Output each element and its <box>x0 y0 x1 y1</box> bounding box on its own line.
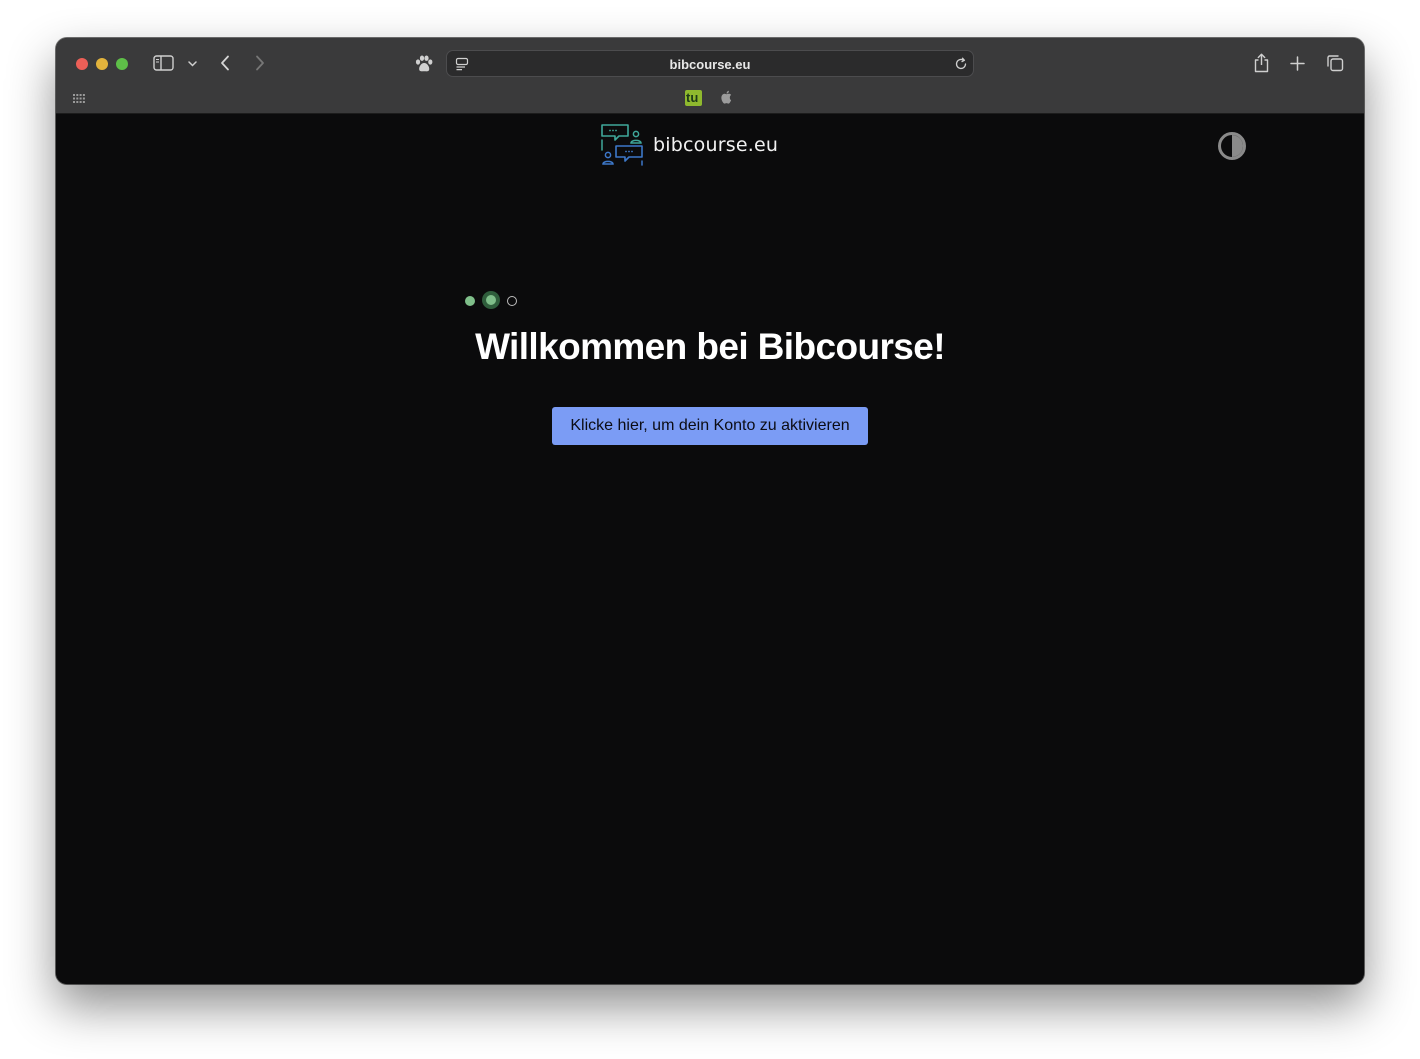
share-icon[interactable] <box>1251 52 1271 74</box>
url-text[interactable]: bibcourse.eu <box>447 57 973 72</box>
plus-icon[interactable] <box>1288 54 1306 72</box>
minimize-window-button[interactable] <box>96 58 108 70</box>
contrast-icon[interactable] <box>1217 131 1247 161</box>
sidebar-icon[interactable] <box>152 54 174 72</box>
paw-icon[interactable] <box>413 53 435 75</box>
welcome-heading: Willkommen bei Bibcourse! <box>475 326 945 367</box>
step-current-indicator <box>482 291 500 309</box>
step-completed-indicator <box>465 296 475 306</box>
chevron-down-icon[interactable] <box>186 58 198 70</box>
step-upcoming-indicator <box>507 296 517 306</box>
browser-window: bibcourse.eu tu bibcourse.eu Willkommen … <box>56 38 1364 984</box>
page-content: bibcourse.eu Willkommen bei Bibcourse! K… <box>56 114 1364 984</box>
activate-account-button[interactable]: Klicke hier, um dein Konto zu aktivieren <box>552 407 868 445</box>
address-bar[interactable]: bibcourse.eu <box>446 50 974 77</box>
maximize-window-button[interactable] <box>116 58 128 70</box>
chevron-left-icon[interactable] <box>217 54 233 72</box>
grid-icon[interactable] <box>72 92 86 104</box>
apple-favicon[interactable] <box>719 89 733 105</box>
chevron-right-icon[interactable] <box>252 54 268 72</box>
chat-logo-icon <box>601 124 643 166</box>
progress-steps <box>461 291 521 311</box>
close-window-button[interactable] <box>76 58 88 70</box>
browser-toolbar: bibcourse.eu tu <box>56 38 1364 114</box>
reload-icon[interactable] <box>952 55 970 73</box>
brand-logo[interactable]: bibcourse.eu <box>600 123 778 167</box>
tabs-icon[interactable] <box>1325 53 1345 73</box>
brand-name[interactable]: bibcourse.eu <box>653 134 778 156</box>
tu-favicon[interactable]: tu <box>685 90 702 106</box>
